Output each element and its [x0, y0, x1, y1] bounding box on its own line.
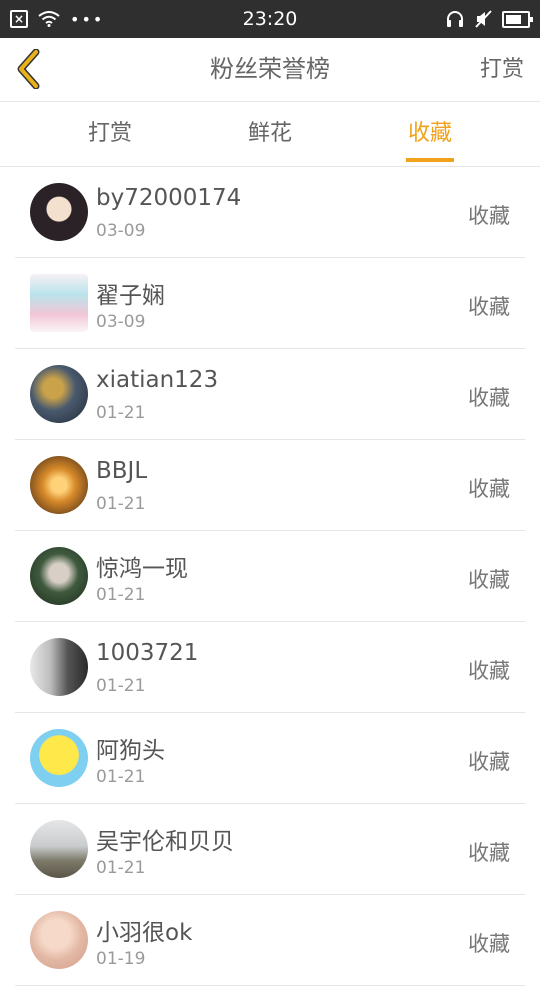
- battery-icon: [502, 10, 533, 28]
- tab-flowers[interactable]: 鲜花: [230, 102, 310, 166]
- fan-name: 惊鸿一现: [96, 556, 188, 582]
- list-item[interactable]: 1003721 01-21 收藏: [0, 622, 540, 713]
- fan-date: 03-09: [96, 312, 146, 332]
- fan-name: 小羽很ok: [96, 920, 193, 946]
- fan-type: 收藏: [468, 659, 510, 683]
- avatar[interactable]: [30, 456, 88, 514]
- avatar[interactable]: [30, 729, 88, 787]
- list-item[interactable]: BBJL 01-21 收藏: [0, 440, 540, 531]
- avatar[interactable]: [30, 365, 88, 423]
- list-item[interactable]: 小羽很ok 01-19 收藏: [0, 895, 540, 986]
- list-item[interactable]: 翟子娴 03-09 收藏: [0, 258, 540, 349]
- fan-name: BBJL: [96, 458, 148, 484]
- fan-date: 01-21: [96, 585, 146, 605]
- fan-type: 收藏: [468, 477, 510, 501]
- fan-type: 收藏: [468, 568, 510, 592]
- fan-type: 收藏: [468, 386, 510, 410]
- list-item[interactable]: 吴宇伦和贝贝 01-21 收藏: [0, 804, 540, 895]
- list-item[interactable]: 惊鸿一现 01-21 收藏: [0, 531, 540, 622]
- fan-type: 收藏: [468, 750, 510, 774]
- fan-date: 01-21: [96, 676, 146, 696]
- fan-name: xiatian123: [96, 367, 219, 393]
- reward-button[interactable]: 打赏: [480, 38, 524, 101]
- list-item[interactable]: xiatian123 01-21 收藏: [0, 349, 540, 440]
- avatar[interactable]: [30, 820, 88, 878]
- avatar[interactable]: [30, 547, 88, 605]
- fan-type: 收藏: [468, 295, 510, 319]
- fan-type: 收藏: [468, 204, 510, 228]
- app-header: 粉丝荣誉榜 打赏: [0, 38, 540, 102]
- mute-icon: [475, 10, 492, 28]
- tab-reward[interactable]: 打赏: [70, 102, 150, 166]
- avatar[interactable]: [30, 911, 88, 969]
- tab-bar: 打赏 鲜花 收藏: [0, 102, 540, 167]
- avatar[interactable]: [30, 274, 88, 332]
- fan-date: 01-21: [96, 767, 146, 787]
- status-bar: × ••• 23:20: [0, 0, 540, 38]
- fan-date: 01-21: [96, 494, 146, 514]
- status-right-icons: [446, 8, 533, 30]
- fan-name: 翟子娴: [96, 283, 165, 309]
- fan-name: 吴宇伦和贝贝: [96, 829, 234, 855]
- fan-date: 01-21: [96, 403, 146, 423]
- fan-list: by72000174 03-09 收藏 翟子娴 03-09 收藏 xiatian…: [0, 167, 540, 986]
- tab-favorites[interactable]: 收藏: [390, 102, 470, 166]
- fan-name: 阿狗头: [96, 738, 165, 764]
- list-item[interactable]: 阿狗头 01-21 收藏: [0, 713, 540, 804]
- avatar[interactable]: [30, 183, 88, 241]
- fan-date: 01-21: [96, 858, 146, 878]
- fan-name: by72000174: [96, 185, 242, 211]
- list-item[interactable]: by72000174 03-09 收藏: [0, 167, 540, 258]
- fan-type: 收藏: [468, 932, 510, 956]
- fan-name: 1003721: [96, 640, 199, 666]
- fan-date: 01-19: [96, 949, 146, 969]
- fan-date: 03-09: [96, 221, 146, 241]
- avatar[interactable]: [30, 638, 88, 696]
- page-title: 粉丝荣誉榜: [210, 55, 330, 83]
- active-tab-indicator: [406, 158, 454, 162]
- fan-type: 收藏: [468, 841, 510, 865]
- headphones-icon: [447, 11, 463, 27]
